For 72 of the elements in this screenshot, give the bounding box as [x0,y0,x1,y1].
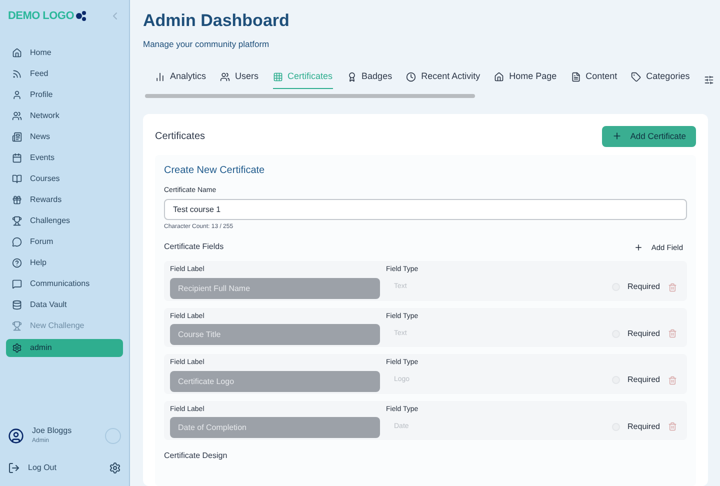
required-label: Required [628,420,660,433]
help-icon [12,258,22,268]
sidebar-item[interactable]: News [6,128,123,145]
document-icon [570,72,581,82]
page-title: Admin Dashboard [143,10,290,32]
tab[interactable]: Categories [631,70,690,89]
users-icon [12,110,22,121]
tab[interactable]: Home Page [494,70,557,89]
tag-icon [631,72,642,82]
sidebar-item[interactable]: Communications [6,276,123,292]
trophy-icon [12,320,22,331]
required-label: Required [628,328,660,340]
tab[interactable]: Analytics [155,70,206,89]
plus-icon [634,242,644,252]
logo-dots-icon [76,11,86,22]
sidebar-item[interactable]: Data Vault [6,296,123,313]
certificate-name-field[interactable]: Test course 1 [164,199,687,220]
logo-text: DEMO LOGO [8,9,74,24]
delete-icon[interactable] [668,282,677,292]
delete-icon[interactable] [668,329,677,338]
book-icon [12,174,22,184]
logout-link[interactable]: Log Out [28,462,56,474]
delete-icon[interactable] [668,376,677,385]
sidebar-item[interactable]: Forum [6,234,123,250]
sidebar-item[interactable]: Help [6,254,123,271]
database-icon [12,300,22,310]
users-icon [220,72,230,82]
section-title: Certificate Fields [164,241,224,254]
settings-icon [12,342,22,352]
home-icon [494,72,504,82]
sidebar-item[interactable]: Events [6,150,123,166]
settings-icon[interactable] [109,462,121,474]
scrollbar[interactable] [145,94,475,98]
tab[interactable]: Badges [346,70,392,89]
feed-icon [12,68,22,79]
user-name: Joe Bloggs [32,425,72,437]
tab[interactable]: Recent Activity [406,70,480,89]
home-icon [12,48,22,58]
logout-icon [8,462,20,474]
calendar-icon [12,152,22,163]
sidebar-item[interactable]: Profile [6,86,123,103]
message-icon [12,278,22,289]
delete-icon[interactable] [668,422,677,432]
sidebar-item[interactable]: Network [6,108,123,124]
user-icon [12,90,22,100]
required-label: Required [628,281,660,294]
award-icon [346,72,357,82]
filter-icon[interactable] [704,74,714,84]
newspaper-icon [12,132,22,142]
sidebar-item[interactable]: admin [6,338,123,356]
chat-icon [12,236,22,247]
grid-icon [272,72,283,82]
avatar-icon [8,428,24,444]
sidebar-item[interactable]: Courses [6,170,123,187]
section-title: Certificate Design [164,450,228,462]
tab[interactable]: Content [570,70,618,89]
form-title: Create New Certificate [164,164,266,178]
plus-icon [612,131,622,142]
user-menu-button[interactable] [105,428,121,444]
sidebar-item[interactable]: Home [6,44,123,61]
sidebar-item[interactable]: Challenges [6,212,123,229]
add-certificate-button[interactable]: Add Certificate [602,126,696,147]
panel-title: Certificates [155,130,206,144]
tab[interactable]: Users [220,70,259,89]
bar-chart-icon [155,72,165,82]
sidebar-item[interactable]: Rewards [6,192,123,208]
gift-icon [12,194,22,205]
trophy-icon [12,216,22,226]
sidebar-item[interactable]: Feed [6,66,123,82]
required-label: Required [628,374,660,386]
clock-icon [406,72,416,82]
page-subtitle: Manage your community platform [143,38,270,50]
